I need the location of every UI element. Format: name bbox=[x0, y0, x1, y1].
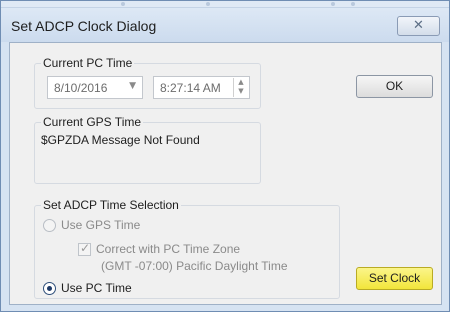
time-spinner[interactable]: 8:27:14 AM ▲ ▼ bbox=[153, 76, 250, 99]
ok-button[interactable]: OK bbox=[356, 75, 433, 98]
close-icon: ✕ bbox=[413, 18, 424, 33]
set-clock-button[interactable]: Set Clock bbox=[356, 267, 433, 290]
checkmark-icon: ✓ bbox=[80, 241, 91, 255]
current-pc-time-group: Current PC Time 8/10/2016 ▼ 8:27:14 AM ▲… bbox=[34, 56, 261, 109]
current-gps-time-group: Current GPS Time $GPZDA Message Not Foun… bbox=[34, 115, 261, 184]
spin-down-icon[interactable]: ▼ bbox=[234, 87, 248, 96]
time-selection-group: Set ADCP Time Selection Use GPS Time ✓ C… bbox=[34, 198, 340, 299]
correct-tz-label: Correct with PC Time Zone bbox=[96, 242, 241, 256]
correct-tz-checkbox[interactable]: ✓ bbox=[78, 241, 91, 256]
strip-mark bbox=[206, 2, 210, 6]
date-value: 8/10/2016 bbox=[54, 81, 108, 95]
date-picker[interactable]: 8/10/2016 ▼ bbox=[47, 76, 143, 99]
dialog-window: Set ADCP Clock Dialog ✕ Current PC Time … bbox=[0, 0, 450, 312]
current-pc-time-label: Current PC Time bbox=[41, 56, 135, 70]
spin-up-icon[interactable]: ▲ bbox=[234, 78, 248, 87]
background-window-strip bbox=[1, 1, 449, 8]
title-bar[interactable]: Set ADCP Clock Dialog ✕ bbox=[1, 8, 449, 42]
strip-mark bbox=[331, 2, 335, 6]
use-gps-label: Use GPS Time bbox=[61, 218, 141, 232]
spinner-arrows-icon[interactable]: ▲ ▼ bbox=[233, 78, 248, 97]
timezone-note: (GMT -07:00) Pacific Daylight Time bbox=[101, 259, 288, 273]
chevron-down-icon[interactable]: ▼ bbox=[129, 81, 136, 91]
time-selection-label: Set ADCP Time Selection bbox=[41, 198, 181, 212]
time-value: 8:27:14 AM bbox=[160, 81, 221, 95]
use-gps-radio[interactable] bbox=[43, 219, 56, 232]
strip-mark bbox=[351, 2, 355, 6]
strip-mark bbox=[121, 2, 125, 6]
dialog-client-area: Current PC Time 8/10/2016 ▼ 8:27:14 AM ▲… bbox=[9, 42, 442, 305]
use-pc-label: Use PC Time bbox=[61, 281, 132, 295]
use-pc-radio[interactable] bbox=[43, 282, 56, 295]
close-button[interactable]: ✕ bbox=[397, 16, 440, 36]
window-title: Set ADCP Clock Dialog bbox=[11, 18, 157, 34]
current-gps-time-label: Current GPS Time bbox=[41, 115, 144, 129]
gps-message: $GPZDA Message Not Found bbox=[41, 133, 200, 147]
